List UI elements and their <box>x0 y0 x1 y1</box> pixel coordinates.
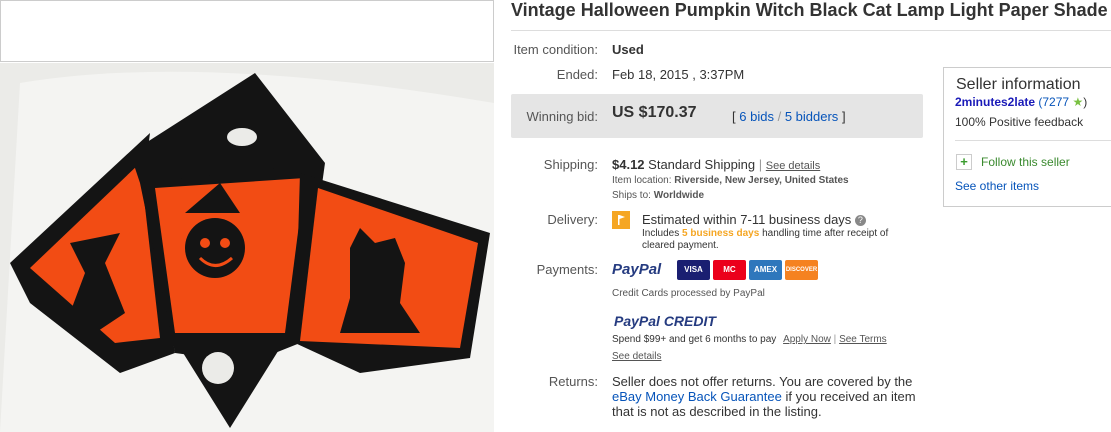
ended-label: Ended: <box>556 67 598 82</box>
apply-now-link[interactable]: Apply Now <box>783 334 831 345</box>
returns-line2-suffix: if you received an item <box>785 389 916 404</box>
seller-info-heading: Seller information <box>956 76 1081 93</box>
returns-text: Seller does not offer returns. You are c… <box>612 374 922 419</box>
item-location: Item location: Riverside, New Jersey, Un… <box>612 175 849 186</box>
blank-input-area[interactable] <box>0 0 494 62</box>
shipping-cost: $4.12 <box>612 157 645 172</box>
returns-label: Returns: <box>548 374 598 389</box>
mastercard-icon: MC <box>713 260 746 280</box>
winning-bid-label: Winning bid: <box>526 109 598 124</box>
money-back-guarantee-link[interactable]: eBay Money Back Guarantee <box>612 389 782 404</box>
credit-separator: | <box>833 334 837 345</box>
item-photo[interactable] <box>0 63 494 432</box>
winning-bid-value: US $170.37 <box>612 104 697 121</box>
ships-to-value: Worldwide <box>653 190 705 201</box>
bids-info: [ 6 bids / 5 bidders ] <box>732 109 846 124</box>
paypal-credit-line: Spend $99+ and get 6 months to pay Apply… <box>612 334 887 345</box>
shipping-details-link[interactable]: See details <box>766 160 820 172</box>
shipping-method: Standard Shipping <box>648 157 756 172</box>
bids-open-bracket: [ <box>732 109 736 124</box>
delivery-note-highlight: 5 business days <box>682 228 760 239</box>
delivery-label: Delivery: <box>547 212 598 227</box>
lamp-shade-image <box>0 63 494 432</box>
item-title: Vintage Halloween Pumpkin Witch Black Ca… <box>511 0 1108 20</box>
condition-label: Item condition: <box>513 42 598 57</box>
visa-card-icon: VISA <box>677 260 710 280</box>
payments-label: Payments: <box>536 262 598 277</box>
ships-to: Ships to: Worldwide <box>612 190 704 201</box>
shipping-label: Shipping: <box>543 157 598 172</box>
plus-icon[interactable]: + <box>956 154 972 170</box>
seller-name-line: 2minutes2late (7277 ★) <box>955 95 1087 109</box>
star-icon: ★ <box>1072 95 1084 109</box>
flag-icon <box>612 211 630 229</box>
feedback-close: ) <box>1083 95 1088 109</box>
delivery-note-prefix: Includes <box>642 228 680 239</box>
paypal-credit-text: Spend $99+ and get 6 months to pay <box>612 334 777 345</box>
condition-value: Used <box>612 42 644 57</box>
follow-seller-link[interactable]: Follow this seller <box>981 155 1070 169</box>
credit-cards-note: Credit Cards processed by PayPal <box>612 288 765 299</box>
returns-line1: Seller does not offer returns. You are c… <box>612 374 913 389</box>
help-icon[interactable]: ? <box>854 215 866 227</box>
ships-to-label: Ships to: <box>612 190 651 201</box>
item-location-label: Item location: <box>612 175 672 186</box>
delivery-estimate-text: Estimated within 7-11 business days <box>642 212 852 227</box>
discover-card-icon: DISCOVER <box>785 260 818 280</box>
bids-separator: / <box>777 109 782 124</box>
left-pane <box>0 0 494 432</box>
positive-feedback: 100% Positive feedback <box>955 115 1084 129</box>
delivery-note-line1: Includes 5 business days handling time a… <box>642 228 888 239</box>
shipping-line: $4.12 Standard Shipping | See details <box>612 157 820 172</box>
paypal-see-details-link[interactable]: See details <box>612 351 661 362</box>
title-divider <box>511 30 1111 31</box>
paypal-credit-logo: PayPal CREDIT <box>614 313 716 329</box>
see-other-items-link[interactable]: See other items <box>955 179 1039 193</box>
returns-line3: that is not as described in the listing. <box>612 404 822 419</box>
seller-divider <box>955 140 1111 141</box>
item-location-value: Riverside, New Jersey, United States <box>674 175 849 186</box>
item-details-pane: Vintage Halloween Pumpkin Witch Black Ca… <box>496 0 1111 432</box>
amex-card-icon: AMEX <box>749 260 782 280</box>
delivery-estimate: Estimated within 7-11 business days ? <box>642 212 866 227</box>
ended-value: Feb 18, 2015 , 3:37PM <box>612 67 745 82</box>
shipping-separator: | <box>758 157 763 172</box>
seller-info-box: Seller information 2minutes2late (7277 ★… <box>943 67 1111 207</box>
delivery-note-suffix: handling time after receipt of <box>762 228 889 239</box>
see-terms-link[interactable]: See Terms <box>839 334 887 345</box>
bids-link[interactable]: 6 bids <box>739 109 774 124</box>
bids-close-bracket: ] <box>841 109 846 124</box>
seller-name-link[interactable]: 2minutes2late <box>955 95 1035 109</box>
delivery-note-line2: cleared payment. <box>642 240 719 251</box>
paypal-logo: PayPal <box>612 261 662 278</box>
bidders-link[interactable]: 5 bidders <box>785 109 838 124</box>
feedback-score[interactable]: (7277 <box>1038 95 1069 109</box>
